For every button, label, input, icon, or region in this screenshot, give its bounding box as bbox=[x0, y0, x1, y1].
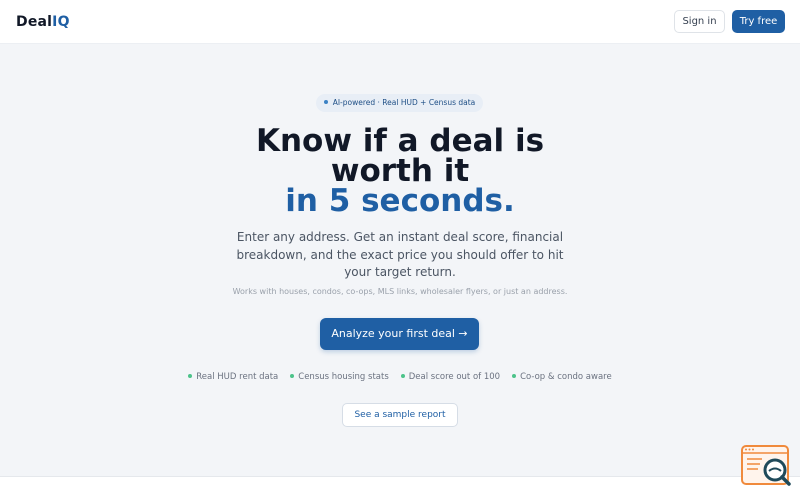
brand-name: Deal bbox=[16, 14, 53, 30]
sign-in-button[interactable]: Sign in bbox=[674, 10, 725, 33]
brand-logo[interactable]: DealIQ bbox=[16, 13, 70, 31]
top-navbar: DealIQ Sign in Try free bbox=[0, 0, 800, 44]
check-dot-icon bbox=[400, 373, 405, 378]
hero-subtitle: Enter any address. Get an instant deal s… bbox=[236, 230, 564, 279]
feature-list: Real HUD rent data Census housing stats … bbox=[150, 370, 650, 384]
feature-label: Deal score out of 100 bbox=[408, 372, 501, 382]
feature-label: Real HUD rent data bbox=[196, 372, 279, 382]
try-free-button[interactable]: Try free bbox=[732, 10, 785, 33]
check-dot-icon bbox=[290, 373, 295, 378]
brand-name-accent: IQ bbox=[52, 14, 70, 30]
feature-item: Co-op & condo aware bbox=[512, 370, 612, 384]
feature-item: Census housing stats bbox=[290, 370, 389, 384]
check-dot-icon bbox=[188, 373, 193, 378]
sample-report-button[interactable]: See a sample report bbox=[342, 403, 458, 427]
badge-dot-icon bbox=[323, 100, 328, 104]
feature-item: Real HUD rent data bbox=[188, 370, 278, 384]
hero-badge: AI-powered · Real HUD + Census data bbox=[316, 94, 483, 112]
hero-badge-text: AI-powered · Real HUD + Census data bbox=[332, 98, 476, 107]
search-document-icon bbox=[741, 445, 791, 486]
headline-line-1: Know if a deal is worth it bbox=[255, 123, 545, 189]
feature-label: Co-op & condo aware bbox=[520, 372, 612, 382]
headline-line-2: in 5 seconds. bbox=[285, 183, 515, 219]
footer bbox=[0, 477, 800, 500]
feature-label: Census housing stats bbox=[298, 372, 389, 382]
feature-item: Deal score out of 100 bbox=[400, 370, 501, 384]
analyze-deal-button[interactable]: Analyze your first deal → bbox=[320, 318, 479, 350]
hero-headline: Know if a deal is worth it in 5 seconds. bbox=[200, 123, 600, 219]
floating-widget[interactable] bbox=[740, 444, 792, 488]
hero-supporting-text: Works with houses, condos, co-ops, MLS l… bbox=[232, 287, 568, 296]
check-dot-icon bbox=[512, 373, 517, 378]
